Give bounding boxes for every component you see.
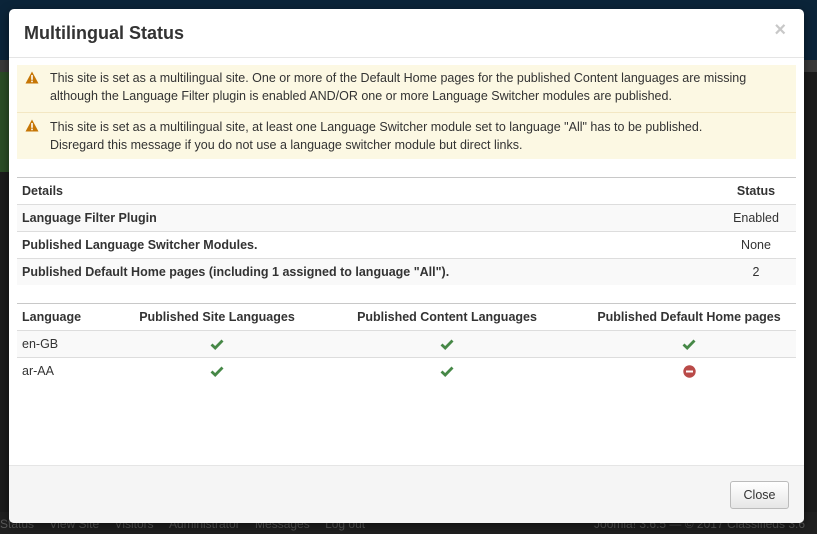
language-code: ar-AA bbox=[17, 357, 122, 384]
detail-status: Enabled bbox=[716, 204, 796, 232]
site-language-cell bbox=[122, 330, 312, 358]
site-language-cell bbox=[122, 357, 312, 384]
detail-status: None bbox=[716, 231, 796, 259]
detail-status: 2 bbox=[716, 258, 796, 285]
language-code: en-GB bbox=[17, 330, 122, 358]
close-icon[interactable]: × bbox=[774, 18, 786, 42]
table-header-row: Language Published Site Languages Publis… bbox=[17, 303, 796, 331]
content-language-cell bbox=[312, 357, 582, 384]
detail-label: Language Filter Plugin bbox=[17, 204, 716, 232]
check-icon bbox=[682, 339, 696, 351]
alert-line: This site is set as a multilingual site.… bbox=[50, 71, 747, 85]
warning-icon bbox=[25, 119, 39, 132]
alert-list: This site is set as a multilingual site.… bbox=[17, 65, 796, 159]
details-table: Details Status Language Filter Plugin En… bbox=[17, 177, 796, 285]
multilingual-status-modal: Multilingual Status × This site is set a… bbox=[9, 9, 804, 523]
table-row: ar-AA bbox=[17, 357, 796, 384]
minus-circle-icon bbox=[682, 365, 696, 378]
check-icon bbox=[210, 339, 224, 351]
status-header: Status bbox=[716, 177, 796, 205]
modal-header: Multilingual Status × bbox=[9, 9, 804, 58]
language-header: Language bbox=[17, 303, 122, 331]
languages-table: Language Published Site Languages Publis… bbox=[17, 303, 796, 384]
detail-label: Published Default Home pages (including … bbox=[17, 258, 716, 285]
alert-warning: This site is set as a multilingual site,… bbox=[17, 112, 796, 159]
table-row: en-GB bbox=[17, 330, 796, 358]
modal-title: Multilingual Status bbox=[24, 23, 184, 43]
default-home-cell bbox=[582, 330, 796, 358]
table-header-row: Details Status bbox=[17, 177, 796, 205]
content-language-cell bbox=[312, 330, 582, 358]
details-header: Details bbox=[17, 177, 716, 205]
site-languages-header: Published Site Languages bbox=[122, 303, 312, 331]
alert-line: although the Language Filter plugin is e… bbox=[50, 89, 672, 103]
table-row: Language Filter Plugin Enabled bbox=[17, 204, 796, 232]
alert-warning: This site is set as a multilingual site.… bbox=[17, 65, 796, 112]
close-button[interactable]: Close bbox=[730, 481, 789, 509]
check-icon bbox=[210, 366, 224, 378]
check-icon bbox=[440, 366, 454, 378]
warning-icon bbox=[25, 71, 39, 84]
default-home-cell bbox=[582, 357, 796, 384]
modal-body: This site is set as a multilingual site.… bbox=[17, 65, 796, 384]
check-icon bbox=[440, 339, 454, 351]
default-home-header: Published Default Home pages bbox=[582, 303, 796, 331]
detail-label: Published Language Switcher Modules. bbox=[17, 231, 716, 259]
content-languages-header: Published Content Languages bbox=[312, 303, 582, 331]
alert-line: Disregard this message if you do not use… bbox=[50, 138, 523, 152]
alert-line: This site is set as a multilingual site,… bbox=[50, 120, 703, 134]
table-row: Published Language Switcher Modules. Non… bbox=[17, 231, 796, 259]
modal-footer: Close bbox=[9, 465, 804, 523]
table-row: Published Default Home pages (including … bbox=[17, 258, 796, 285]
